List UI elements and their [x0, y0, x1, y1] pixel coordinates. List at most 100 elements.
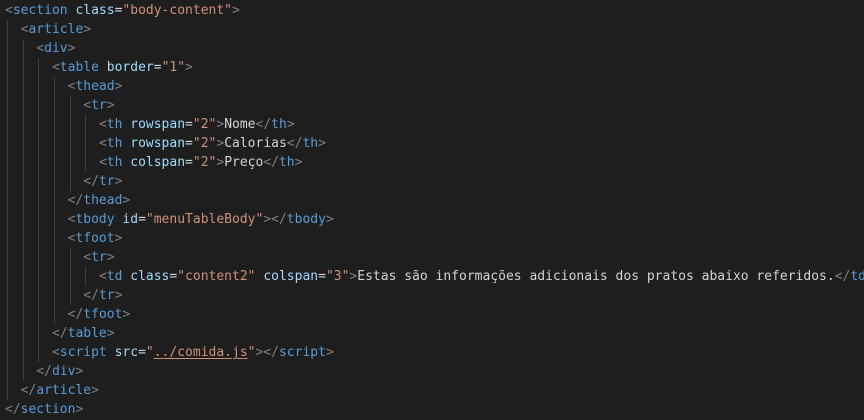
indent-guide — [7, 96, 8, 115]
token-punctuation: < — [36, 41, 45, 56]
indent-guide — [38, 172, 40, 191]
code-line[interactable]: </table> — [52, 324, 115, 343]
code-line[interactable]: <div> — [36, 39, 75, 58]
token-punctuation: </ — [36, 364, 52, 379]
indent-guide — [22, 191, 24, 210]
token-attr-name: border — [106, 60, 154, 75]
token-tag-name: tbody — [75, 212, 115, 227]
code-line[interactable]: <th rowspan="2">Nome</th> — [99, 115, 295, 134]
indent-guide — [7, 305, 8, 324]
code-line[interactable]: </tr> — [83, 286, 122, 305]
code-line[interactable]: <tr> — [83, 96, 114, 115]
token-punctuation: > — [294, 155, 303, 170]
code-line[interactable]: <th rowspan="2">Calorias</th> — [99, 134, 326, 153]
token-text-content: Calorias — [224, 136, 287, 151]
indent-guide — [38, 58, 40, 77]
indent-guide — [7, 134, 8, 153]
indent-guide — [38, 267, 40, 286]
token-punctuation: > — [114, 231, 123, 246]
token-punctuation: </ — [5, 402, 21, 417]
token-tag-name: tr — [91, 98, 107, 113]
indent-guide — [22, 58, 24, 77]
indent-guide — [69, 115, 71, 134]
code-line[interactable]: </div> — [36, 362, 83, 381]
token-tag-name: tfoot — [75, 231, 115, 246]
indent-guide — [53, 115, 55, 134]
code-line[interactable]: </article> — [21, 381, 99, 400]
indent-guide — [7, 248, 8, 267]
token-punctuation: < — [98, 117, 107, 132]
token-punctuation: ></ — [255, 345, 279, 360]
indent-guide — [22, 362, 24, 381]
token-punctuation: ></ — [263, 212, 287, 227]
code-line[interactable]: <tr> — [83, 248, 114, 267]
token-attr-name: rowspan — [130, 136, 186, 151]
code-line[interactable]: <script src="../comida.js"></script> — [52, 343, 334, 362]
indent-guide — [85, 153, 87, 172]
indent-guide — [38, 229, 40, 248]
code-line[interactable]: <tbody id="menuTableBody"></tbody> — [68, 210, 334, 229]
indent-guide — [38, 343, 40, 362]
token-tag-name: article — [36, 383, 92, 398]
token-string-value: "2" — [192, 155, 217, 170]
indent-guide — [7, 172, 8, 191]
indent-guide — [69, 153, 71, 172]
token-equals: = — [138, 345, 146, 360]
token-tag-name: th — [302, 136, 319, 151]
code-line[interactable]: </tr> — [83, 172, 122, 191]
token-tag-name: tr — [98, 174, 115, 189]
token-attr-name: colspan — [130, 155, 186, 170]
indent-guide — [53, 153, 55, 172]
token-punctuation: < — [83, 250, 92, 265]
code-line[interactable]: </tfoot> — [68, 305, 131, 324]
indent-guide — [53, 172, 55, 191]
code-line[interactable]: </thead> — [68, 191, 131, 210]
indent-guide — [38, 134, 40, 153]
token-punctuation: > — [325, 345, 334, 360]
code-line[interactable]: <table border="1"> — [52, 58, 193, 77]
code-line[interactable]: <thead> — [68, 77, 123, 96]
token-tag-name: th — [278, 155, 295, 170]
code-line[interactable]: <article> — [21, 20, 91, 39]
indent-guide — [38, 153, 40, 172]
indent-guide — [22, 115, 24, 134]
code-line[interactable]: <td class="content2" colspan="3">Estas s… — [99, 267, 864, 286]
token-punctuation: </ — [286, 136, 303, 151]
token-tag-name: div — [44, 41, 68, 56]
token-punctuation: > — [318, 136, 326, 151]
token-punctuation: > — [286, 117, 295, 132]
token-tag-name: th — [271, 117, 287, 132]
token-string-value: "2" — [192, 117, 217, 132]
token-equals: = — [153, 60, 162, 75]
indent-guide — [7, 229, 8, 248]
token-punctuation: > — [325, 212, 334, 227]
token-punctuation: > — [185, 60, 193, 75]
indent-guide — [7, 115, 8, 134]
token-punctuation: < — [51, 345, 60, 360]
token-string-value: "content2" — [177, 269, 256, 284]
token-punctuation: > — [114, 79, 123, 94]
token-tag-name: script — [278, 345, 326, 360]
indent-guide — [22, 153, 24, 172]
code-editor[interactable]: <section class="body-content"> <article> <… — [0, 0, 864, 420]
token-punctuation: </ — [51, 326, 68, 341]
code-line[interactable]: <tfoot> — [68, 229, 123, 248]
code-line[interactable]: </section> — [5, 400, 83, 419]
code-line[interactable]: <th colspan="2">Preço</th> — [99, 153, 303, 172]
token-punctuation: < — [98, 269, 107, 284]
indent-guide — [22, 134, 24, 153]
indent-guide — [22, 229, 24, 248]
token-tag-name: thead — [83, 193, 123, 208]
token-punctuation: </ — [83, 174, 99, 189]
code-line[interactable]: <section class="body-content"> — [5, 1, 240, 20]
indent-guide — [53, 305, 55, 324]
token-equals: = — [185, 117, 193, 132]
indent-guide — [69, 96, 71, 115]
indent-guide — [53, 77, 55, 96]
indent-guide — [53, 191, 55, 210]
token-attr-name: id — [122, 212, 139, 227]
indent-guide — [22, 324, 24, 343]
indent-guide — [22, 77, 24, 96]
